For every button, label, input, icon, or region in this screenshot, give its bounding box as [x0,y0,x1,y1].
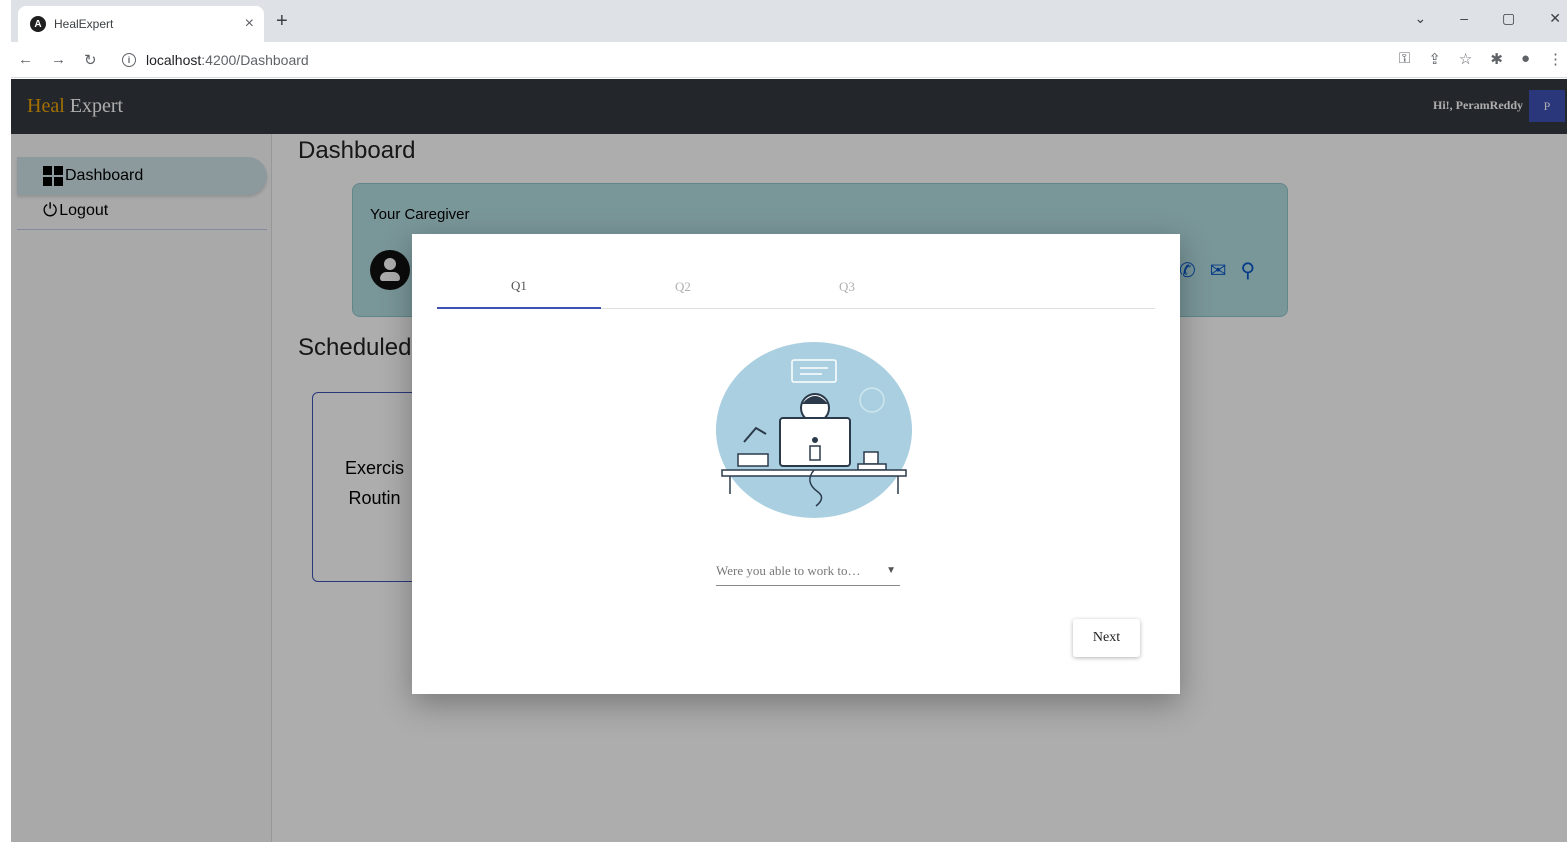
angular-favicon-icon: A [30,16,46,32]
profile-icon[interactable]: ● [1521,50,1530,68]
url-host: localhost [146,52,202,68]
star-icon[interactable]: ☆ [1459,50,1472,68]
next-button[interactable]: Next [1073,619,1140,657]
question-select[interactable]: Were you able to work to… ▼ [716,556,900,586]
question-tabs: Q1 Q2 Q3 [437,264,1155,309]
close-window-icon[interactable]: ✕ [1549,10,1561,27]
toolbar-actions: ⚿ ⇪ ☆ ✱ ● ⋮ [1399,50,1563,68]
questionnaire-dialog: Q1 Q2 Q3 Were you able to work to… ▼ Nex… [412,234,1180,694]
reload-icon[interactable]: ↻ [84,51,97,69]
left-gutter [0,0,11,842]
menu-icon[interactable]: ⋮ [1548,50,1563,68]
question-select-value: Were you able to work to… [716,562,861,578]
tab-q2[interactable]: Q2 [601,264,765,309]
url-path: :4200/Dashboard [201,52,309,68]
tab-title: HealExpert [54,17,114,31]
minimize-icon[interactable]: – [1460,10,1468,27]
browser-toolbar: ← → ↻ i localhost:4200/Dashboard ⚿ ⇪ ☆ ✱… [0,42,1567,78]
forward-icon[interactable]: → [51,51,66,68]
extensions-icon[interactable]: ✱ [1490,50,1503,68]
back-icon[interactable]: ← [18,51,33,68]
site-info-icon[interactable]: i [122,53,136,67]
key-icon[interactable]: ⚿ [1399,50,1410,68]
browser-tabstrip: A HealExpert × + ⌄ – ▢ ✕ [0,0,1567,42]
window-controls: ⌄ – ▢ ✕ [1415,10,1562,27]
share-icon[interactable]: ⇪ [1428,50,1441,68]
chevron-down-icon: ▼ [886,565,896,576]
address-bar[interactable]: i localhost:4200/Dashboard [122,47,1362,73]
new-tab-icon[interactable]: + [276,10,288,33]
maximize-icon[interactable]: ▢ [1502,10,1515,27]
tab-q1[interactable]: Q1 [437,264,601,309]
tab-q3[interactable]: Q3 [765,264,929,309]
browser-tab[interactable]: A HealExpert × [18,6,264,42]
tab-close-icon[interactable]: × [245,15,254,33]
work-from-desk-illustration [716,342,912,518]
tab-search-icon[interactable]: ⌄ [1415,10,1427,27]
